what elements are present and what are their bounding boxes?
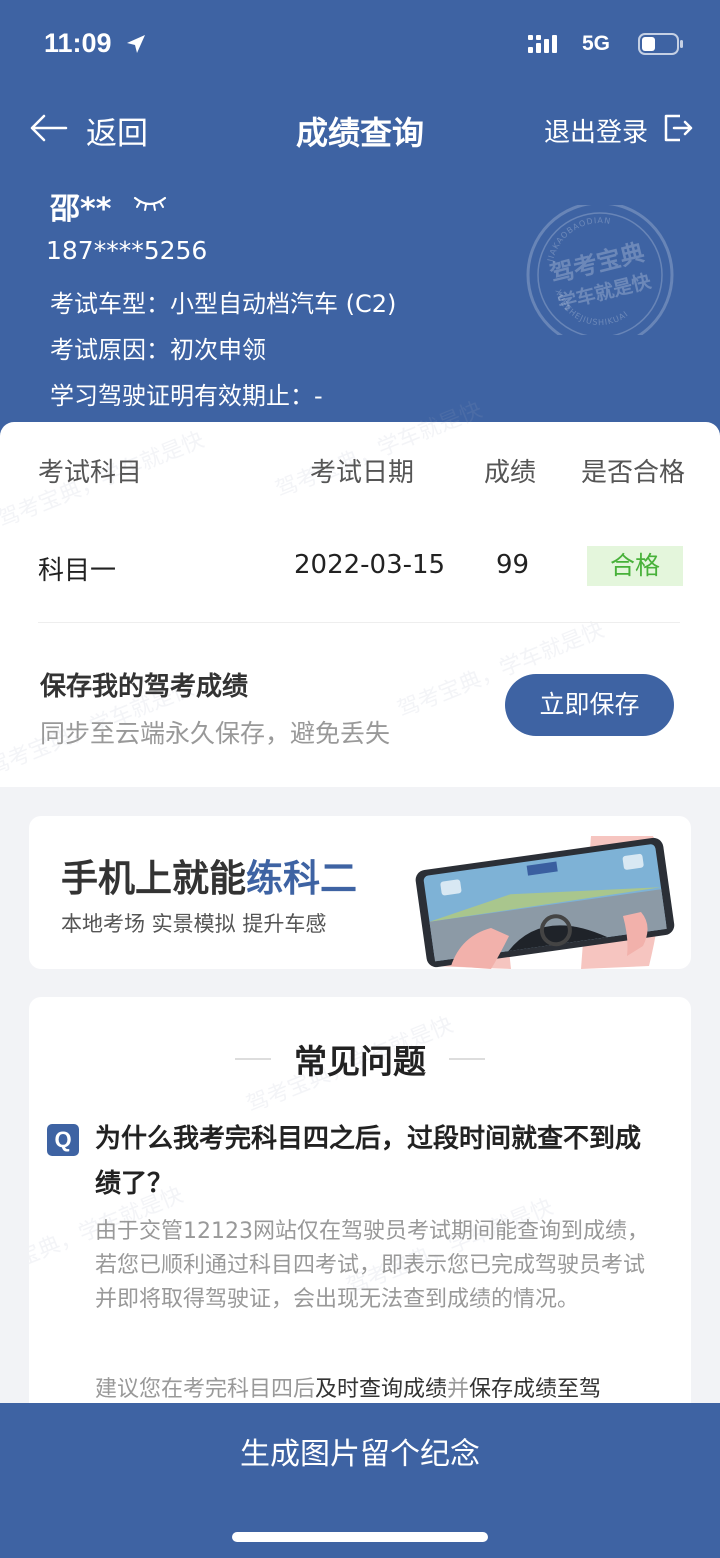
faq-header: 常见问题 [29, 1035, 691, 1083]
faq-title-line-left [234, 1058, 271, 1060]
nav-bar: 返回 成绩查询 退出登录 [0, 104, 720, 154]
logout-button[interactable]: 退出登录 [544, 112, 648, 149]
back-arrow-icon[interactable] [28, 112, 68, 144]
signal-icon [528, 35, 557, 53]
save-subtitle: 同步至云端永久保存，避免丢失 [40, 719, 391, 748]
banner-title: 手机上就能练科二 [61, 848, 357, 902]
row-score: 99 [496, 550, 530, 580]
generate-image-button[interactable]: 生成图片留个纪念 [0, 1429, 720, 1473]
banner-title-highlight: 练科二 [246, 857, 357, 900]
banner-subtitle: 本地考场 实景模拟 提升车感 [61, 912, 327, 936]
user-name: 邵** [50, 192, 112, 227]
brand-stamp: JIAKAOBAODIAN XUECHEJIUSHIKUAI 驾考宝典 学车就是… [526, 205, 674, 335]
phone-game-illustration [415, 836, 675, 969]
row-date: 2022-03-15 [294, 550, 446, 580]
header-subject: 考试科目 [38, 458, 143, 488]
status-bar: 11:09 5G [44, 28, 684, 68]
header-score: 成绩 [484, 458, 537, 488]
pass-badge: 合格 [587, 546, 683, 586]
status-time: 11:09 [44, 28, 112, 58]
footer-bar: 生成图片留个纪念 [0, 1403, 720, 1558]
network-type: 5G [581, 32, 610, 55]
save-title: 保存我的驾考成绩 [40, 672, 249, 702]
logout-icon[interactable] [662, 112, 694, 144]
faq-answer: 由于交管12123网站仅在驾驶员考试期间能查询到成绩，若您已顺利通过科目四考试，… [95, 1219, 649, 1312]
license-validity: 学习驾驶证明有效期止：- [50, 382, 323, 410]
location-arrow-icon [127, 35, 145, 53]
user-phone: 187****5256 [46, 236, 208, 265]
home-indicator[interactable] [232, 1532, 488, 1542]
banner-title-prefix: 手机上就能 [61, 857, 246, 900]
battery-icon [638, 33, 683, 55]
vehicle-type: 考试车型：小型自动档汽车 (C2) [50, 290, 397, 318]
eye-closed-icon[interactable] [132, 190, 168, 216]
save-now-button[interactable]: 立即保存 [505, 674, 674, 736]
practice-banner[interactable]: 手机上就能练科二 本地考场 实景模拟 提升车感 [29, 816, 691, 969]
advice-part: 并 [447, 1377, 470, 1402]
advice-part: 建议您在考完科目四后 [95, 1377, 316, 1402]
faq-title-line-right [449, 1058, 486, 1060]
divider [38, 622, 680, 623]
faq-card: 驾考宝典，学车就是快 驾考宝典，学车就是快 驾考宝典，学车就是快 常见问题 Q … [29, 997, 691, 1417]
faq-question: 为什么我考完科目四之后，过段时间就查不到成绩了？ [95, 1124, 642, 1199]
advice-emphasis: 保存成绩至驾 [469, 1377, 602, 1402]
header-passed: 是否合格 [581, 458, 686, 488]
header: 11:09 5G 返回 成绩查询 退出登录 邵** 187****5256 考试… [0, 0, 720, 450]
faq-title: 常见问题 [294, 1042, 426, 1081]
faq-answer-advice: 建议您在考完科目四后及时查询成绩并保存成绩至驾 [95, 1373, 675, 1407]
question-icon: Q [47, 1124, 79, 1156]
row-subject: 科目一 [38, 556, 117, 586]
results-card: 驾考宝典，学车就是快 驾考宝典，学车就是快 驾考宝典，学车就是快 驾考宝典，学车… [0, 398, 720, 787]
back-button[interactable]: 返回 [86, 108, 148, 153]
advice-emphasis: 及时查询成绩 [315, 1377, 448, 1402]
exam-reason: 考试原因：初次申领 [50, 336, 266, 364]
header-date: 考试日期 [310, 458, 415, 488]
